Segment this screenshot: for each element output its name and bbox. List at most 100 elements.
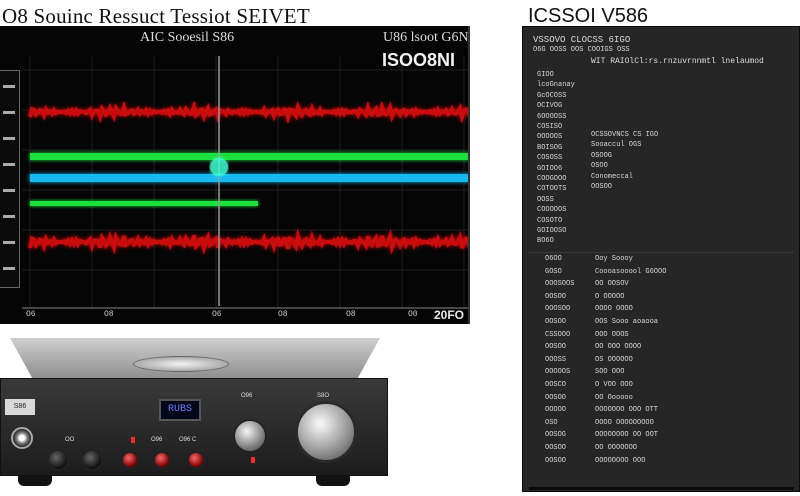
cursor-marker bbox=[210, 158, 228, 176]
control-label: OO bbox=[65, 437, 75, 443]
spec-row: GOIOO6 bbox=[537, 164, 563, 173]
volume-knob[interactable] bbox=[295, 401, 357, 463]
spec-row: OOSOO bbox=[545, 456, 567, 465]
x-tick-label: O6 bbox=[212, 310, 222, 319]
side-tick bbox=[3, 111, 15, 114]
spec-header: VSSOVO CLOCSS 6IGO bbox=[533, 35, 631, 45]
spec-row: GOIOOSO bbox=[537, 227, 567, 235]
spec-row: COOOOOS bbox=[537, 206, 567, 215]
spec-row: Sooaccul OGS bbox=[591, 141, 642, 150]
spec-row: OSOOG bbox=[591, 151, 613, 160]
spec-row: OOOOOOOO OOO bbox=[595, 456, 646, 465]
indicator-led bbox=[251, 457, 255, 463]
spec-row: O OOOOO bbox=[595, 292, 625, 301]
spec-row: GcOCOSS bbox=[537, 91, 567, 100]
right-title: ICSSOI V586 bbox=[528, 5, 649, 27]
x-tick-label: O8 bbox=[346, 310, 356, 319]
spec-row: O VOO OOO bbox=[595, 381, 633, 389]
scope-side-panel bbox=[0, 70, 20, 288]
x-tick-label: O6 bbox=[26, 310, 36, 319]
spec-row: BO6O bbox=[537, 237, 554, 246]
spec-divider bbox=[529, 252, 794, 253]
spec-row: OCSSOVNCS CS IGO bbox=[591, 131, 659, 139]
spec-row: OCIVOG bbox=[537, 102, 563, 111]
spec-row: SOO OOO bbox=[595, 368, 625, 377]
spec-row: OOOOOS bbox=[545, 368, 571, 377]
scope-subheader: ISOO8NI bbox=[382, 50, 456, 70]
spec-sheet-panel: VSSOVO CLOCSS 6IGO O6G OOSS OOS COOIGS O… bbox=[522, 26, 800, 492]
spec-row: COTOOTS bbox=[537, 185, 567, 194]
spec-bottom-edge bbox=[529, 487, 794, 490]
side-tick bbox=[3, 241, 15, 244]
turntable-disc bbox=[133, 356, 229, 372]
control-label: O96 bbox=[151, 437, 163, 443]
spec-row: OOO OOOS bbox=[595, 330, 629, 339]
spec-row: OOSOO bbox=[591, 183, 613, 191]
spec-row: COSOTO bbox=[537, 216, 563, 225]
red-waveform-upper bbox=[28, 99, 468, 126]
control-label: S8O bbox=[317, 393, 330, 399]
spec-row: lcoGnanay bbox=[537, 81, 575, 90]
oscilloscope-screen: AIC Sooesil S86 U86 lsoot G6N ISOO8NI O6… bbox=[0, 26, 470, 324]
spec-header-line: O6G OOSS OOS COOIGS OSS bbox=[533, 46, 630, 54]
green-trace-upper bbox=[30, 153, 468, 160]
spec-row: Coooasooool G6OOO bbox=[595, 267, 667, 276]
spec-row: OOOSOO bbox=[545, 305, 571, 314]
spec-row: CSSOOO bbox=[545, 330, 571, 339]
spec-row: OO OOOOOOO bbox=[595, 444, 638, 452]
spec-row: OOOO OOOOOOOOO bbox=[595, 418, 654, 427]
spec-row: OO OOSOV bbox=[595, 280, 629, 289]
amplifier-front-panel: S86 OO O96 O96 C RUBS O96 S8O bbox=[0, 378, 388, 476]
amplifier: S86 OO O96 O96 C RUBS O96 S8O bbox=[0, 338, 388, 490]
spec-row: O6OO bbox=[545, 255, 562, 263]
scope-zoom-label: 20FO bbox=[434, 308, 465, 322]
x-tick-label: O8 bbox=[278, 310, 288, 319]
amplifier-foot bbox=[18, 476, 52, 486]
spec-row: GOSO bbox=[545, 267, 562, 276]
spec-row: OO OOO OOOO bbox=[595, 343, 642, 352]
spec-row: BOISOG bbox=[537, 143, 563, 152]
spec-row: OOSCO bbox=[545, 381, 567, 389]
spec-row: OOSOO bbox=[545, 393, 567, 402]
spec-row: Ooy Soooy bbox=[595, 255, 633, 263]
amplifier-display: RUBS bbox=[159, 399, 201, 421]
spec-row: OSOO bbox=[591, 162, 608, 171]
control-label: O96 C bbox=[179, 437, 197, 443]
spec-row: OOSOG bbox=[545, 431, 567, 440]
headphone-jack[interactable] bbox=[11, 427, 33, 449]
side-tick bbox=[3, 189, 15, 192]
tone-knob[interactable] bbox=[233, 419, 267, 453]
spec-row: GIOO bbox=[537, 71, 554, 79]
spec-row: OS OOOOOO bbox=[595, 355, 633, 364]
spec-row: OOOOOOOO OO OOT bbox=[595, 431, 659, 440]
indicator-led bbox=[131, 437, 135, 443]
spec-row: OOOSS bbox=[545, 355, 567, 364]
scope-header-right: U86 lsoot G6N bbox=[383, 30, 469, 45]
side-tick bbox=[3, 215, 15, 218]
red-control-knob[interactable] bbox=[153, 451, 171, 469]
control-label: O96 bbox=[241, 393, 253, 399]
spec-row: OOOOOS bbox=[537, 133, 563, 142]
scope-header-left: AIC Sooesil S86 bbox=[140, 30, 235, 45]
red-control-knob[interactable] bbox=[121, 451, 139, 469]
spec-row: OOOO OOOO bbox=[595, 305, 633, 314]
spec-row: COOGOOO bbox=[537, 175, 567, 183]
green-trace-lower bbox=[30, 201, 258, 206]
spec-row: OSO bbox=[545, 418, 558, 427]
spec-row: OOSOO bbox=[545, 292, 567, 301]
red-control-knob[interactable] bbox=[187, 451, 205, 469]
side-tick bbox=[3, 85, 15, 88]
selector-knob[interactable] bbox=[47, 449, 69, 471]
red-waveform-lower bbox=[28, 228, 468, 255]
side-tick bbox=[3, 267, 15, 270]
cyan-trace bbox=[30, 174, 468, 182]
spec-row: OOSS bbox=[537, 195, 554, 204]
spec-row: OOSOO bbox=[545, 444, 567, 452]
spec-row: OOSOO bbox=[545, 343, 567, 352]
spec-row: OOOOOOO OOO OTT bbox=[595, 406, 659, 415]
amplifier-foot bbox=[316, 476, 350, 486]
selector-knob[interactable] bbox=[81, 449, 103, 471]
spec-row: OOOSOOS bbox=[545, 280, 575, 289]
spec-row: COSOSS bbox=[537, 154, 563, 163]
x-tick-label: O0 bbox=[408, 310, 418, 319]
